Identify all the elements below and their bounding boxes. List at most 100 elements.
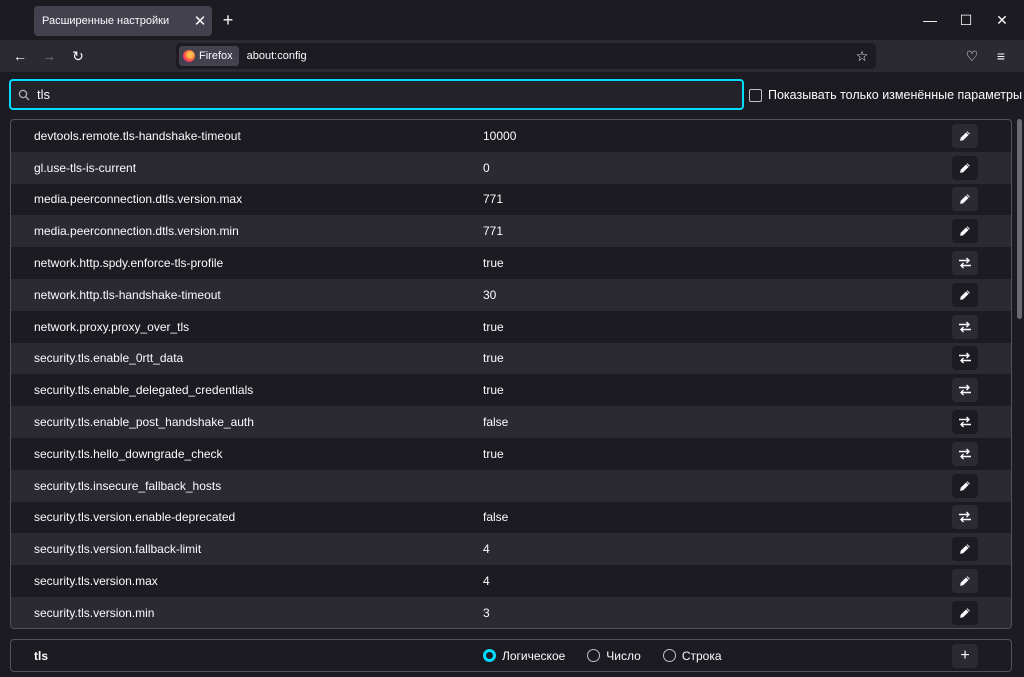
bookmark-star-icon[interactable]: ☆	[850, 46, 874, 66]
pref-value: 4	[483, 574, 490, 589]
pref-value: true	[483, 446, 504, 461]
reload-button[interactable]: ↻	[66, 44, 90, 68]
modified-only-filter[interactable]: Показывать только изменённые параметры	[749, 88, 1022, 102]
pref-row[interactable]: security.tls.version.fallback-limit 4	[11, 533, 1011, 566]
pref-value: true	[483, 351, 504, 366]
pref-row[interactable]: security.tls.enable_0rtt_data true	[11, 342, 1011, 375]
pref-value: false	[483, 510, 509, 525]
search-icon	[11, 89, 37, 101]
radio-boolean-circle[interactable]	[483, 649, 496, 662]
pref-value: 771	[483, 224, 504, 239]
pref-name: security.tls.enable_delegated_credential…	[34, 383, 254, 398]
pencil-button[interactable]	[952, 155, 978, 180]
forward-button[interactable]: →	[37, 44, 61, 68]
pref-row[interactable]: network.http.spdy.enforce-tls-profile tru…	[11, 247, 1011, 279]
pref-value: 0	[483, 160, 490, 175]
radio-string-label: Строка	[681, 648, 722, 663]
pocket-icon[interactable]: ♡	[960, 44, 984, 68]
navigation-toolbar: ← → ↻ Firefox about:config ☆ ♡ ≡	[0, 40, 1024, 72]
pencil-button[interactable]	[952, 219, 978, 244]
pref-row[interactable]: network.http.tls-handshake-timeout 30	[11, 279, 1011, 311]
toggle-arrows-button[interactable]	[952, 378, 978, 403]
pencil-button[interactable]	[952, 282, 978, 307]
pencil-icon	[959, 225, 971, 237]
toggle-arrows-icon	[958, 257, 972, 269]
url-text[interactable]: about:config	[247, 50, 850, 62]
maximize-button[interactable]: ☐	[954, 8, 978, 32]
pencil-icon	[959, 162, 971, 174]
radio-number-label: Число	[606, 648, 641, 663]
toggle-arrows-button[interactable]	[952, 346, 978, 371]
toggle-arrows-icon	[958, 321, 972, 333]
pref-row[interactable]: media.peerconnection.dtls.version.max 771	[11, 184, 1011, 216]
back-button[interactable]: ←	[8, 44, 32, 68]
tab-about-config[interactable]: Расширенные настройки ✕	[34, 6, 212, 36]
pref-value: 771	[483, 192, 504, 207]
pref-row[interactable]: security.tls.enable_delegated_credential…	[11, 374, 1011, 406]
radio-number-circle[interactable]	[587, 649, 601, 662]
app-menu-button[interactable]: ≡	[989, 44, 1013, 68]
pencil-icon	[959, 543, 971, 555]
minimize-button[interactable]: —	[918, 8, 942, 32]
pref-value: true	[483, 383, 504, 398]
toggle-arrows-icon	[958, 384, 972, 396]
toggle-arrows-icon	[958, 352, 972, 364]
pref-name: media.peerconnection.dtls.version.min	[34, 224, 239, 239]
search-input[interactable]	[37, 87, 742, 102]
pref-name: gl.use-tls-is-current	[34, 160, 137, 175]
toggle-arrows-icon	[958, 511, 972, 523]
pref-name: security.tls.version.enable-deprecated	[34, 510, 236, 525]
pref-row[interactable]: security.tls.insecure_fallback_hosts	[11, 469, 1011, 502]
pref-name: network.http.tls-handshake-timeout	[34, 287, 221, 302]
pref-name: security.tls.enable_0rtt_data	[34, 351, 184, 366]
pencil-button[interactable]	[952, 473, 978, 498]
pencil-button[interactable]	[952, 123, 978, 148]
pref-name: security.tls.insecure_fallback_hosts	[34, 478, 222, 493]
pencil-icon	[959, 193, 971, 205]
pref-row[interactable]: gl.use-tls-is-current 0	[11, 151, 1011, 184]
radio-number[interactable]: Число	[587, 649, 641, 663]
toggle-arrows-button[interactable]	[952, 410, 978, 435]
pref-name: security.tls.version.fallback-limit	[34, 542, 202, 557]
pencil-icon	[959, 289, 971, 301]
pref-row[interactable]: security.tls.version.enable-deprecated fa…	[11, 502, 1011, 534]
pref-row[interactable]: network.proxy.proxy_over_tls true	[11, 311, 1011, 343]
pencil-button[interactable]	[952, 537, 978, 562]
pref-row[interactable]: devtools.remote.tls-handshake-timeout 100…	[11, 120, 1011, 152]
close-tab-icon[interactable]: ✕	[188, 9, 212, 33]
url-bar[interactable]: Firefox about:config ☆	[176, 43, 876, 69]
toggle-arrows-button[interactable]	[952, 441, 978, 466]
toggle-arrows-button[interactable]	[952, 251, 978, 276]
pencil-button[interactable]	[952, 600, 978, 625]
pref-name: devtools.remote.tls-handshake-timeout	[34, 128, 241, 143]
pref-value: false	[483, 415, 509, 430]
pencil-button[interactable]	[952, 187, 978, 212]
pref-row[interactable]: media.peerconnection.dtls.version.min 771	[11, 215, 1011, 248]
pencil-icon	[959, 575, 971, 587]
pencil-button[interactable]	[952, 569, 978, 594]
radio-string[interactable]: Строка	[662, 648, 722, 663]
radio-boolean[interactable]: Логическое	[483, 649, 565, 663]
pref-value: true	[483, 319, 504, 334]
pref-name: security.tls.version.min	[34, 605, 155, 620]
scrollbar-thumb[interactable]	[1017, 119, 1022, 319]
search-box	[9, 79, 744, 110]
pref-value: true	[483, 256, 504, 271]
pref-row[interactable]: security.tls.version.min 3	[11, 597, 1011, 628]
identity-box[interactable]: Firefox	[179, 46, 239, 66]
pencil-icon	[959, 607, 971, 619]
about-config-page: Показывать только изменённые параметры d…	[0, 72, 1024, 677]
pref-row[interactable]: security.tls.enable_post_handshake_auth f…	[11, 406, 1011, 438]
pref-row[interactable]: security.tls.version.max 4	[11, 565, 1011, 597]
toggle-arrows-button[interactable]	[952, 505, 978, 530]
toggle-arrows-button[interactable]	[952, 314, 978, 339]
new-tab-button[interactable]: +	[218, 10, 238, 30]
close-window-button[interactable]: ✕	[990, 8, 1014, 32]
pref-row[interactable]: security.tls.hello_downgrade_check true	[11, 438, 1011, 470]
radio-string-circle[interactable]	[662, 649, 676, 662]
new-pref-name: tls	[34, 648, 49, 663]
modified-only-checkbox[interactable]	[749, 88, 762, 102]
modified-only-label: Показывать только изменённые параметры	[768, 88, 1022, 102]
add-pref-button[interactable]: +	[952, 643, 978, 668]
identity-label: Firefox	[199, 50, 233, 62]
